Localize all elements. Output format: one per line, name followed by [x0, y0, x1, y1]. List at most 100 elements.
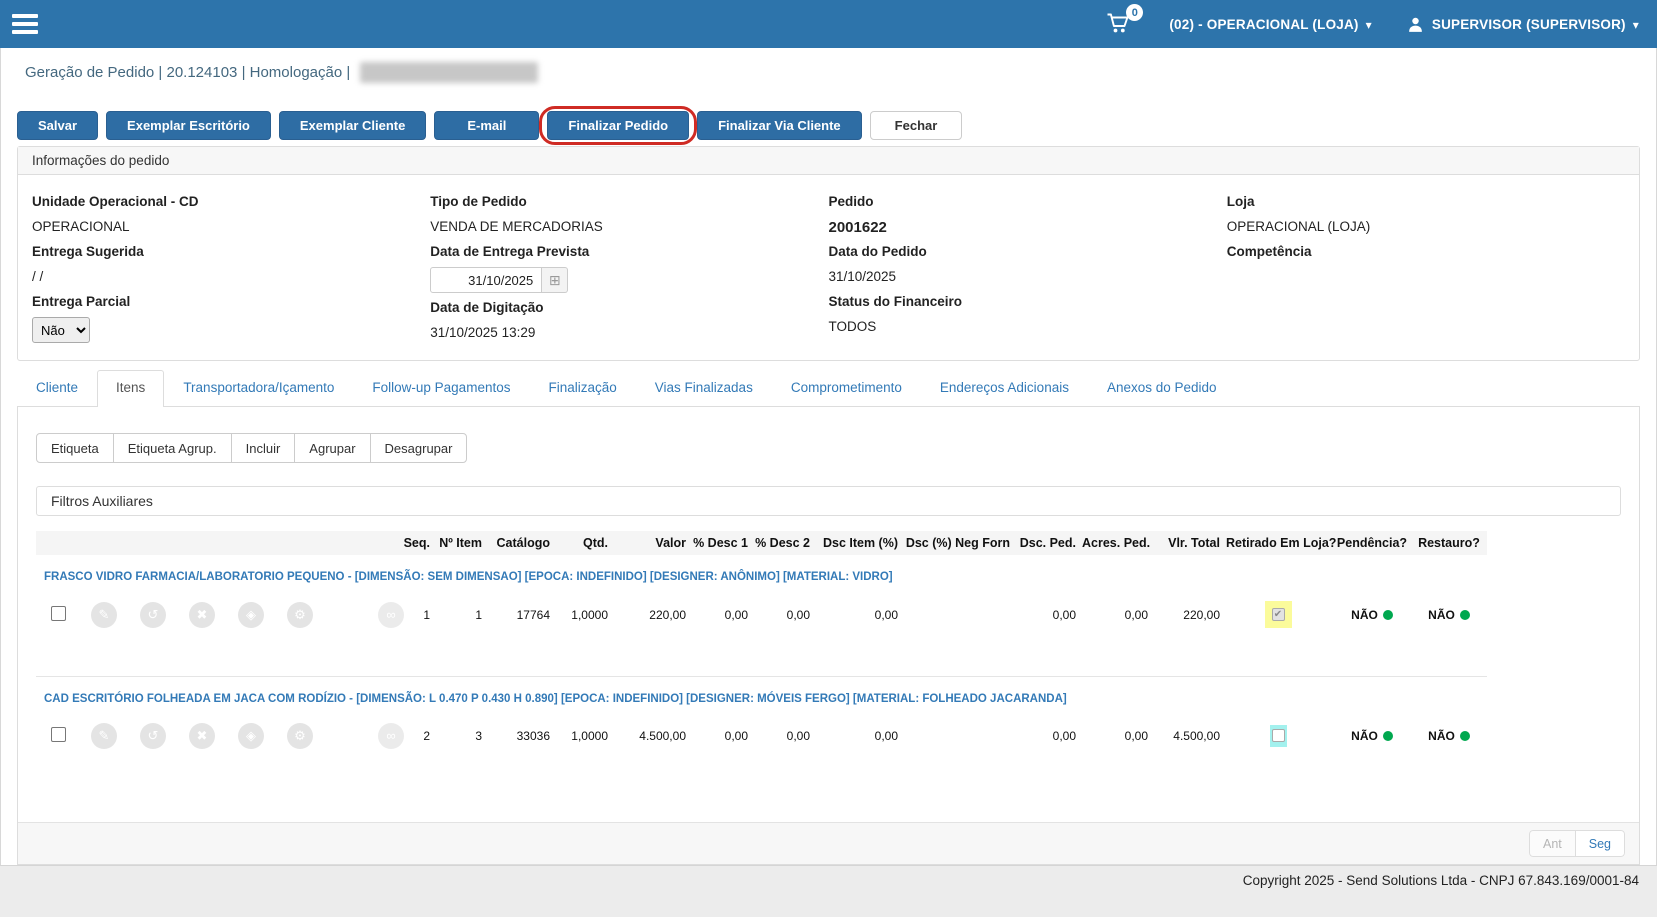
tab-itens[interactable]: Itens: [97, 370, 165, 407]
cell-valor: 4.500,00: [639, 728, 686, 743]
pagination-prev-button[interactable]: Ant: [1528, 830, 1576, 857]
unit-dropdown[interactable]: (02) - OPERACIONAL (LOJA): [1169, 17, 1372, 32]
order-info-fields: Unidade Operacional - CD OPERACIONAL Ent…: [18, 175, 1639, 360]
gear-icon[interactable]: [287, 722, 313, 749]
restauro-value: NÃO: [1428, 607, 1455, 622]
table-footer: Ant Seg: [18, 822, 1639, 864]
entrega-sugerida-value: / /: [32, 269, 44, 284]
cell-desc1: 0,00: [724, 728, 748, 743]
edit-icon[interactable]: [91, 601, 117, 628]
retirado-checkbox-unchecked[interactable]: [1271, 729, 1285, 742]
tab-anexos-pedido[interactable]: Anexos do Pedido: [1088, 370, 1236, 406]
tab-vias-finalizadas[interactable]: Vias Finalizadas: [636, 370, 772, 406]
tab-cliente[interactable]: Cliente: [17, 370, 97, 406]
cell-n-item: 1: [475, 607, 482, 622]
status-financeiro-value: TODOS: [828, 319, 877, 334]
tab-finalizacao[interactable]: Finalização: [529, 370, 635, 406]
menu-icon[interactable]: [12, 14, 38, 34]
tag-icon[interactable]: [238, 601, 264, 628]
status-dot-green: [1382, 730, 1393, 741]
gear-icon[interactable]: [287, 601, 313, 628]
tab-comprometimento[interactable]: Comprometimento: [772, 370, 921, 406]
exemplar-escritorio-button[interactable]: Exemplar Escritório: [106, 111, 271, 140]
tab-transportadora[interactable]: Transportadora/Içamento: [164, 370, 353, 406]
restauro-cell: NÃO: [1411, 587, 1487, 642]
tipo-pedido-value: VENDA DE MERCADORIAS: [430, 219, 603, 234]
pendencia-value: NÃO: [1351, 728, 1378, 743]
history-icon[interactable]: [140, 722, 166, 749]
retirado-checkbox-checked[interactable]: [1271, 608, 1285, 621]
header-desc2: % Desc 2: [751, 531, 813, 555]
cancel-icon[interactable]: [189, 601, 215, 628]
calendar-icon[interactable]: [542, 267, 569, 293]
row-2-checkbox[interactable]: [51, 726, 66, 742]
pagination: Ant Seg: [1528, 830, 1625, 857]
chevron-down-icon: [1633, 17, 1639, 32]
header-vlr-total: Vlr. Total: [1151, 531, 1223, 555]
data-pedido-label: Data do Pedido: [828, 244, 927, 259]
item-description-row: CAD ESCRITÓRIO FOLHEADA EM JACA COM RODÍ…: [36, 676, 1487, 709]
pedido-label: Pedido: [828, 194, 874, 209]
cell-desc2: 0,00: [786, 728, 810, 743]
row-1-checkbox[interactable]: [51, 605, 66, 621]
unit-dropdown-label: (02) - OPERACIONAL (LOJA): [1169, 16, 1359, 32]
status-dot-green: [1459, 609, 1470, 620]
tag-icon[interactable]: [238, 722, 264, 749]
item-1-description[interactable]: FRASCO VIDRO FARMACIA/LABORATORIO PEQUEN…: [36, 555, 1487, 587]
competencia-label: Competência: [1226, 244, 1312, 259]
finalizar-via-cliente-button[interactable]: Finalizar Via Cliente: [697, 111, 862, 140]
exemplar-cliente-button[interactable]: Exemplar Cliente: [278, 111, 427, 140]
data-entrega-input[interactable]: [430, 267, 543, 293]
filtros-auxiliares-header[interactable]: Filtros Auxiliares: [36, 486, 1621, 516]
loja-value: OPERACIONAL (LOJA): [1226, 219, 1371, 234]
incluir-button[interactable]: Incluir: [230, 433, 296, 463]
menu-bar: [12, 14, 38, 18]
header-dsc-item: Dsc Item (%): [813, 531, 901, 555]
header-acres-ped: Acres. Ped.: [1079, 531, 1151, 555]
pendencia-value: NÃO: [1351, 607, 1378, 622]
salvar-button[interactable]: Salvar: [17, 111, 99, 140]
history-icon[interactable]: [140, 601, 166, 628]
cell-dsc-ped: 0,00: [1052, 728, 1076, 743]
items-table: Seq. Nº Item Catálogo Qtd. Valor % Desc …: [36, 531, 1487, 797]
etiqueta-agrup-button[interactable]: Etiqueta Agrup.: [112, 433, 232, 463]
copyright-text: Copyright 2025 - Send Solutions Ltda - C…: [1242, 873, 1639, 888]
cell-dsc-item: 0,00: [874, 607, 898, 622]
link-icon[interactable]: [378, 601, 404, 628]
tab-enderecos-adicionais[interactable]: Endereços Adicionais: [921, 370, 1088, 406]
header-valor: Valor: [611, 531, 689, 555]
etiqueta-button[interactable]: Etiqueta: [36, 433, 114, 463]
pagination-next-button[interactable]: Seg: [1574, 830, 1625, 857]
table-row: 1 1 17764 1,0000 220,00 0,00 0,00 0,00 0…: [36, 587, 1487, 642]
cell-valor: 220,00: [649, 607, 686, 622]
email-button[interactable]: E-mail: [434, 111, 540, 140]
row-2-actions: [77, 722, 404, 749]
user-dropdown[interactable]: SUPERVISOR (SUPERVISOR): [1406, 15, 1639, 34]
agrupar-button[interactable]: Agrupar: [294, 433, 371, 463]
tab-followup-pagamentos[interactable]: Follow-up Pagamentos: [353, 370, 529, 406]
cell-neg-forn: [901, 587, 1013, 642]
retirado-highlight-cyan: [1269, 724, 1287, 747]
finalizar-pedido-button[interactable]: Finalizar Pedido: [547, 111, 690, 140]
page: 0 (02) - OPERACIONAL (LOJA) SUPERVISOR (…: [0, 0, 1657, 917]
link-icon[interactable]: [378, 722, 404, 749]
item-2-description[interactable]: CAD ESCRITÓRIO FOLHEADA EM JACA COM RODÍ…: [36, 676, 1487, 709]
entrega-parcial-select[interactable]: Não: [32, 317, 90, 343]
header-restauro: Restauro?: [1411, 531, 1487, 555]
cell-acres-ped: 0,00: [1124, 607, 1148, 622]
cell-vlr-total: 4.500,00: [1173, 728, 1220, 743]
cell-neg-forn: [901, 709, 1013, 763]
fechar-button[interactable]: Fechar: [869, 111, 963, 140]
cancel-icon[interactable]: [189, 722, 215, 749]
edit-icon[interactable]: [91, 722, 117, 749]
desagrupar-button[interactable]: Desagrupar: [369, 433, 468, 463]
cart-button[interactable]: 0: [1105, 4, 1144, 37]
cart-count-badge: 0: [1126, 4, 1144, 21]
action-button-row: Salvar Exemplar Escritório Exemplar Clie…: [17, 106, 1640, 145]
finalizar-pedido-wrap: Finalizar Pedido: [539, 106, 698, 145]
items-toolbar: Etiqueta Etiqueta Agrup. Incluir Agrupar…: [36, 433, 468, 463]
cell-qtd: 1,0000: [571, 728, 608, 743]
header-select: [36, 531, 74, 555]
navbar-right: 0 (02) - OPERACIONAL (LOJA) SUPERVISOR (…: [1105, 4, 1639, 37]
info-col-2: Tipo de Pedido VENDA DE MERCADORIAS Data…: [430, 187, 828, 350]
